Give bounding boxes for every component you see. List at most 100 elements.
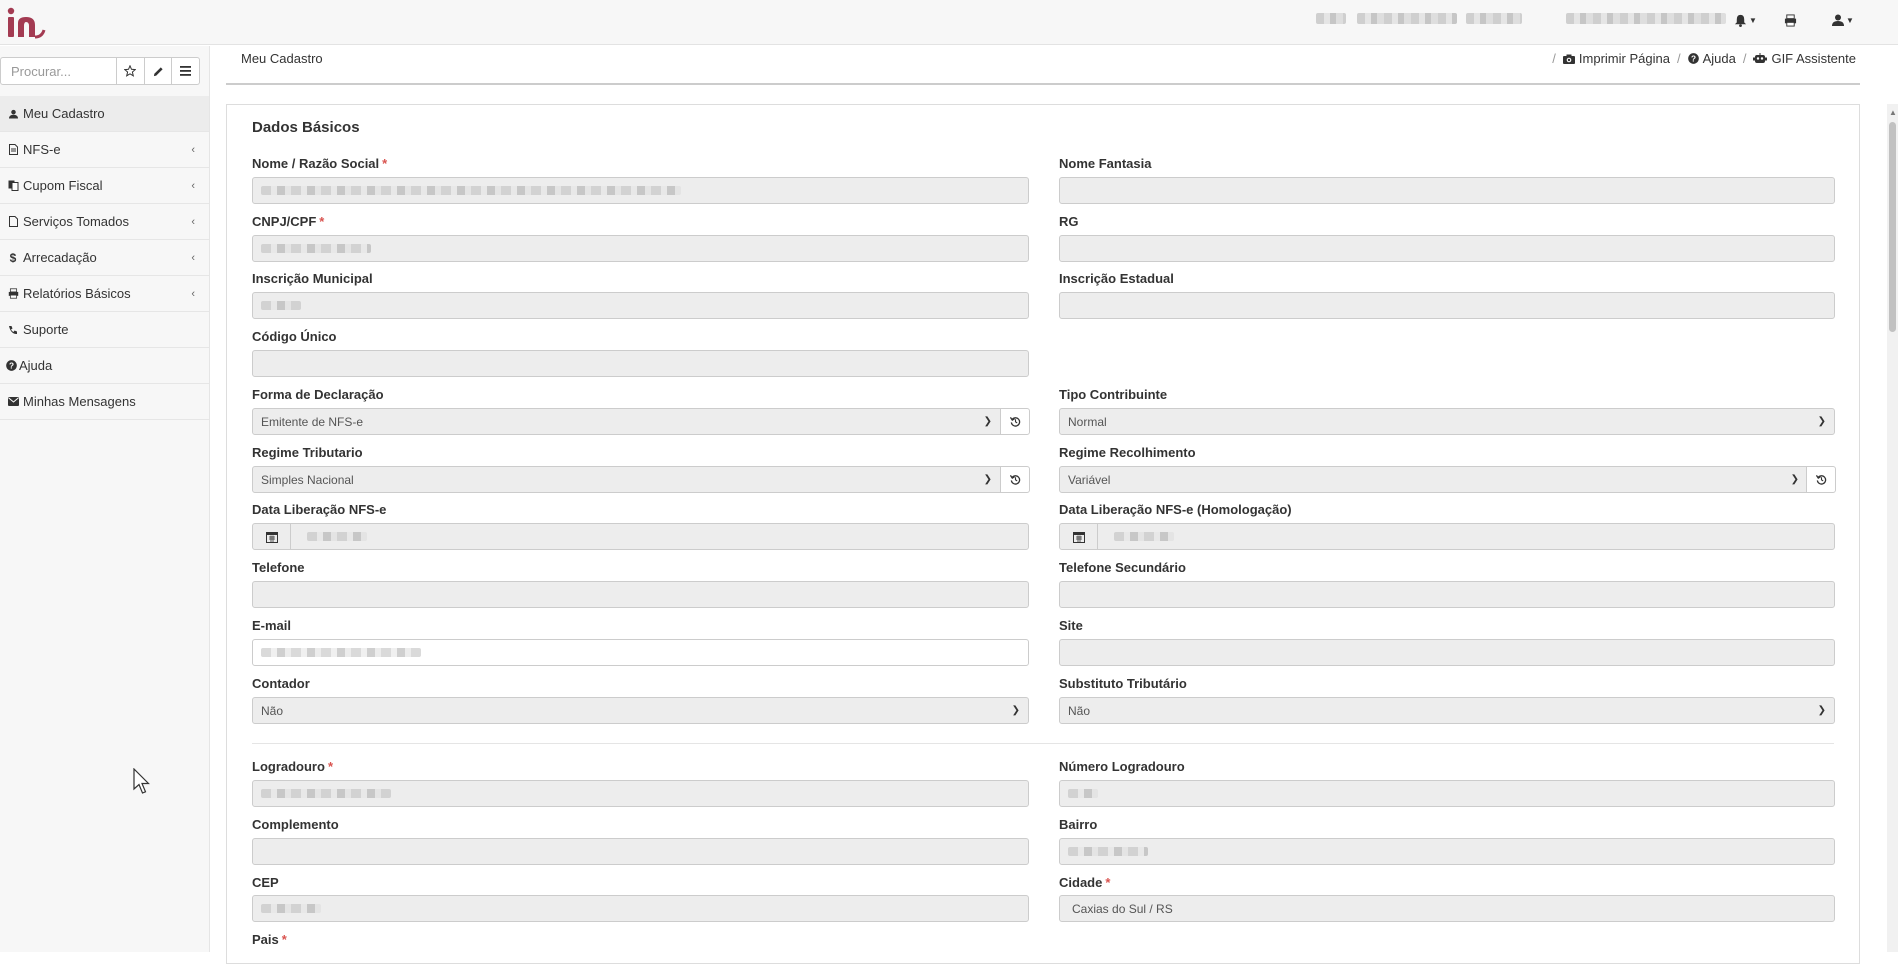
regime-tributario-select[interactable]: Simples Nacional ❯	[252, 466, 1001, 493]
redacted-value	[261, 244, 371, 253]
rg-field[interactable]	[1059, 235, 1835, 262]
page-actions: / Imprimir Página / ? Ajuda / GIF Assist…	[1552, 51, 1856, 66]
sidebar-item-nfs-e[interactable]: NFS-e ‹	[0, 132, 209, 168]
codigo-unico-field[interactable]	[252, 350, 1029, 377]
edit-button[interactable]	[144, 57, 173, 85]
help-label: Ajuda	[1702, 51, 1736, 66]
notifications-button[interactable]: ▼	[1734, 9, 1757, 31]
logradouro-label: Logradouro *	[252, 759, 333, 774]
print-page-label: Imprimir Página	[1578, 51, 1670, 66]
user-icon	[7, 109, 19, 119]
redacted-value	[1068, 847, 1148, 856]
mouse-cursor-icon	[133, 768, 150, 794]
logradouro-field[interactable]	[252, 780, 1029, 807]
user-icon	[1832, 14, 1844, 26]
data-liberacao-field[interactable]	[290, 523, 1029, 550]
print-icon	[7, 288, 19, 299]
email-field[interactable]	[252, 639, 1029, 666]
panel-title: Dados Básicos	[252, 119, 360, 136]
bairro-field[interactable]	[1059, 838, 1835, 865]
site-field[interactable]	[1059, 639, 1835, 666]
page-title: Meu Cadastro	[241, 51, 323, 66]
calendar-icon	[265, 531, 278, 543]
sidebar-item-relatorios-basicos[interactable]: Relatórios Básicos ‹	[0, 276, 209, 312]
redacted-value	[1068, 789, 1098, 798]
user-menu-button[interactable]: ▼	[1832, 9, 1854, 31]
phone-icon	[7, 325, 19, 335]
substituto-tributario-select[interactable]: Não ❯	[1059, 697, 1835, 724]
scroll-thumb[interactable]	[1889, 122, 1896, 332]
chevron-left-icon: ‹	[191, 252, 195, 264]
telefone-secundario-field[interactable]	[1059, 581, 1835, 608]
regime-recolhimento-label: Regime Recolhimento	[1059, 445, 1196, 460]
separator: /	[1742, 51, 1747, 66]
user-info-redacted	[1316, 13, 1346, 24]
cidade-field[interactable]: Caxias do Sul / RS	[1059, 895, 1835, 922]
redacted-value	[261, 789, 391, 798]
contador-select[interactable]: Não ❯	[252, 697, 1029, 724]
print-page-link[interactable]: Imprimir Página	[1562, 51, 1670, 66]
sidebar-item-label: Minhas Mensagens	[23, 394, 136, 409]
scroll-up-arrow-icon[interactable]: ▲	[1889, 108, 1897, 117]
telefone-field[interactable]	[252, 581, 1029, 608]
cidade-label: Cidade *	[1059, 875, 1110, 890]
separator: /	[1676, 51, 1681, 66]
sidebar-item-suporte[interactable]: Suporte	[0, 312, 209, 348]
redacted-value	[261, 301, 301, 310]
cnpj-cpf-field[interactable]	[252, 235, 1029, 262]
gif-assistant-link[interactable]: GIF Assistente	[1753, 51, 1856, 66]
camera-icon	[1562, 54, 1575, 64]
regime-recolhimento-reset-button[interactable]	[1806, 466, 1836, 493]
bell-icon	[1734, 14, 1747, 27]
required-marker: *	[327, 759, 333, 774]
sidebar-item-minhas-mensagens[interactable]: Minhas Mensagens	[0, 384, 209, 420]
email-label: E-mail	[252, 618, 292, 633]
help-link[interactable]: ? Ajuda	[1687, 51, 1736, 66]
robot-icon	[1753, 53, 1768, 63]
sidebar-item-arrecadacao[interactable]: $ Arrecadação ‹	[0, 240, 209, 276]
sidebar-item-label: Serviços Tomados	[23, 214, 129, 229]
calendar-addon[interactable]	[252, 523, 291, 550]
svg-text:?: ?	[8, 361, 13, 370]
inscricao-municipal-field[interactable]	[252, 292, 1029, 319]
favorites-button[interactable]	[117, 57, 145, 85]
numero-logradouro-field[interactable]	[1059, 780, 1835, 807]
regime-tributario-reset-button[interactable]	[1000, 466, 1030, 493]
print-button[interactable]	[1784, 9, 1797, 31]
regime-recolhimento-select[interactable]: Variável ❯	[1059, 466, 1808, 493]
chevron-down-icon: ❯	[1790, 474, 1799, 485]
data-liberacao-homologacao-label: Data Liberação NFS-e (Homologação)	[1059, 502, 1292, 517]
nome-razao-social-label: Nome / Razão Social *	[252, 156, 387, 171]
codigo-unico-label: Código Único	[252, 329, 337, 344]
inscricao-estadual-field[interactable]	[1059, 292, 1835, 319]
chevron-left-icon: ‹	[191, 144, 195, 156]
pais-label: Pais *	[252, 932, 287, 947]
search-input[interactable]	[0, 57, 117, 85]
calendar-addon[interactable]	[1059, 523, 1098, 550]
nome-razao-social-field[interactable]	[252, 177, 1029, 204]
select-value: Emitente de NFS-e	[261, 414, 364, 429]
app-logo[interactable]	[4, 6, 46, 40]
sidebar-item-meu-cadastro[interactable]: Meu Cadastro	[0, 96, 209, 132]
page-scrollbar[interactable]: ▲	[1887, 104, 1898, 952]
envelope-icon	[7, 397, 19, 406]
chevron-left-icon: ‹	[191, 288, 195, 300]
contador-label: Contador	[252, 676, 310, 691]
inscricao-municipal-label: Inscrição Municipal	[252, 271, 373, 286]
complemento-field[interactable]	[252, 838, 1029, 865]
sidebar-item-cupom-fiscal[interactable]: Cupom Fiscal ‹	[0, 168, 209, 204]
sidebar-item-servicos-tomados[interactable]: Serviços Tomados ‹	[0, 204, 209, 240]
nome-fantasia-field[interactable]	[1059, 177, 1835, 204]
data-liberacao-homologacao-field[interactable]	[1097, 523, 1835, 550]
menu-toggle-button[interactable]	[172, 57, 201, 85]
tipo-contribuinte-select[interactable]: Normal ❯	[1059, 408, 1835, 435]
sidebar-item-ajuda[interactable]: ? Ajuda	[0, 348, 209, 384]
redacted-value	[261, 904, 321, 913]
separator: /	[1552, 51, 1556, 66]
forma-declaracao-select[interactable]: Emitente de NFS-e ❯	[252, 408, 1001, 435]
rg-label: RG	[1059, 214, 1079, 229]
cep-label: CEP	[252, 875, 279, 890]
forma-declaracao-reset-button[interactable]	[1000, 408, 1030, 435]
inscricao-estadual-label: Inscrição Estadual	[1059, 271, 1174, 286]
cep-field[interactable]	[252, 895, 1029, 922]
